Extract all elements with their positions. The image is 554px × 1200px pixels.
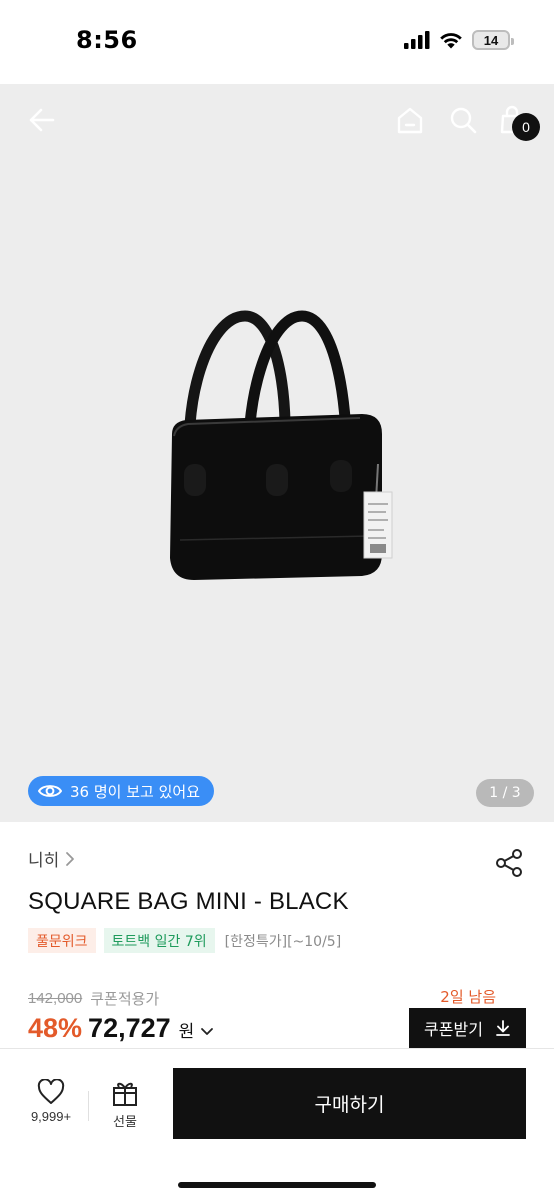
share-button[interactable] [494, 848, 524, 878]
search-icon [450, 107, 477, 134]
cart-count-badge: 0 [512, 113, 540, 141]
price-row[interactable]: 48% 72,727 원 [28, 1013, 214, 1044]
battery-level: 14 [483, 32, 499, 48]
home-button[interactable] [390, 100, 430, 140]
gift-label: 선물 [113, 1115, 137, 1130]
coupon-button-label: 쿠폰받기 [424, 1020, 483, 1039]
price-type-label: 쿠폰적용가 [90, 990, 160, 1008]
home-indicator [178, 1182, 376, 1188]
home-icon [397, 107, 423, 134]
viewer-count-text: 36 명이 보고 있어요 [70, 782, 200, 801]
bottom-divider [88, 1091, 89, 1121]
product-hero[interactable]: 0 36 명이 보고 있어요 1 / 3 [0, 84, 554, 822]
like-button[interactable]: 9,999+ [20, 1079, 82, 1135]
share-icon [496, 849, 522, 877]
like-count: 9,999+ [30, 1109, 72, 1124]
wifi-icon [440, 33, 462, 49]
promo-text: [한정특가][~10/5] [224, 933, 342, 950]
image-page-indicator: 1 / 3 [476, 779, 534, 807]
product-image [170, 310, 393, 580]
back-arrow-icon [29, 108, 55, 132]
gift-icon [113, 1082, 137, 1106]
search-button[interactable] [443, 100, 483, 140]
event-tag[interactable]: 풀문위크 [28, 928, 96, 953]
status-icons: 14 [404, 30, 514, 50]
heart-icon [37, 1079, 65, 1104]
cellular-signal-icon [404, 31, 430, 49]
battery-icon: 14 [472, 30, 514, 50]
discount-rate: 48% [28, 1013, 83, 1043]
original-price-row: 142,000 쿠폰적용가 [28, 988, 159, 1009]
status-time: 8:56 [76, 26, 138, 54]
chevron-right-icon [66, 851, 75, 866]
download-icon [496, 1020, 510, 1036]
buy-now-button[interactable]: 구매하기 [173, 1068, 526, 1139]
ranking-tag[interactable]: 토트백 일간 7위 [103, 928, 215, 953]
bottom-action-bar: 9,999+ 선물 구매하기 [0, 1048, 554, 1200]
brand-link[interactable]: 니히 [28, 846, 75, 871]
product-title: SQUARE BAG MINI - BLACK [28, 888, 349, 915]
sale-price: 72,727 [88, 1013, 171, 1043]
coupon-time-left: 2일 남음 [440, 988, 496, 1006]
gift-button[interactable]: 선물 [100, 1079, 150, 1135]
original-price: 142,000 [28, 990, 83, 1007]
coupon-download-button[interactable]: 쿠폰받기 [409, 1008, 526, 1048]
product-tags: 풀문위크 토트백 일간 7위 [한정특가][~10/5] [28, 928, 349, 953]
status-bar: 8:56 14 [0, 0, 554, 84]
back-button[interactable] [22, 100, 62, 140]
viewer-count-pill: 36 명이 보고 있어요 [28, 776, 214, 806]
brand-name: 니히 [28, 851, 60, 871]
top-nav [0, 84, 554, 156]
currency-label: 원 [178, 1022, 195, 1042]
chevron-down-icon[interactable] [200, 1027, 214, 1037]
eye-icon [38, 785, 62, 797]
